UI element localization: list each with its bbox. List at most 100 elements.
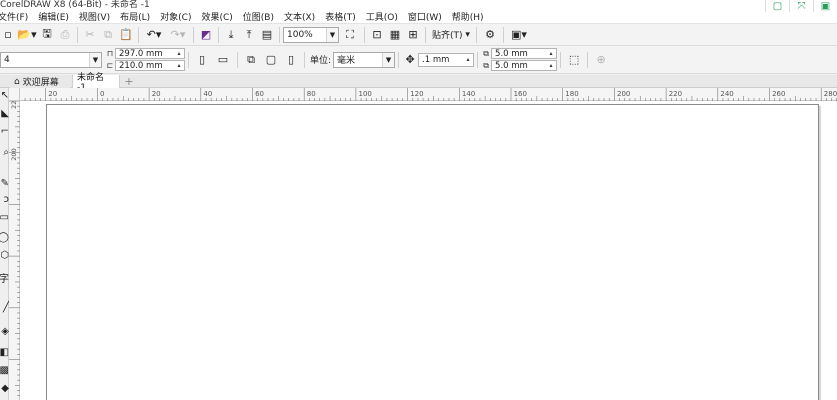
menu-table[interactable]: 表格(T) [325,10,366,23]
menu-layout[interactable]: 布局(L) [120,10,160,23]
open-icon[interactable]: 📂▾ [16,26,38,44]
separator [188,51,189,68]
menu-tools[interactable]: 工具(O) [366,10,408,23]
tab-document[interactable]: 未命名 -1 [72,73,120,93]
zoom-level-select[interactable]: 100% ▼ [283,26,339,43]
polygon-tool-icon[interactable]: ⬡ [0,248,9,262]
tab-welcome-screen[interactable]: ⌂ 欢迎屏幕 [10,75,70,88]
outline-tool-icon[interactable]: ◆ [0,381,9,395]
duplicate-y-input[interactable]: 5.0 mm ▴ [491,60,558,71]
add-tab-icon[interactable]: + [122,75,136,88]
application-launcher-icon[interactable]: ▣▾ [507,26,531,44]
menu-text[interactable]: 文本(X) [284,10,325,23]
cut-icon[interactable]: ✂ [81,26,99,44]
nudge-icon: ✥ [405,53,415,66]
menu-effects[interactable]: 效果(C) [201,10,242,23]
freehand-tool-icon[interactable]: ✎ [0,176,9,190]
undo-icon[interactable]: ↶▾ [142,26,166,44]
page-frame-icon[interactable]: ⬚ [564,51,584,69]
ruler-label: 200 [617,90,630,98]
paste-icon[interactable]: 📋 [117,26,135,44]
zoom-tool-icon[interactable]: ⌕ [0,145,9,159]
fullscreen-icon[interactable]: ⛶ [339,26,361,44]
text-tool-icon[interactable]: 字 [0,270,9,285]
pick-tool-icon[interactable]: ↖ [0,88,9,102]
landscape-icon[interactable]: ▭ [212,51,234,69]
maximize-icon[interactable]: ⤧ [789,0,813,12]
drawing-canvas[interactable] [20,101,837,400]
spinner-icon[interactable]: ▴ [546,61,556,70]
settings-icon[interactable]: ⚙ [480,26,500,44]
menu-help[interactable]: 帮助(H) [452,10,494,23]
add-page-icon[interactable]: ⊕ [591,51,611,69]
ruler-label: 240 [720,90,733,98]
horizontal-ruler[interactable]: 20 0 20 40 60 80 100 120 140 160 180 200 220 240 260 28… [20,88,837,101]
page-preset-select[interactable]: 4 ▼ [0,51,102,68]
show-guidelines-icon[interactable]: ⊞ [404,26,422,44]
new-doc-icon[interactable]: ▫ [0,26,16,44]
toolbox: ↖ ◣ ⌐ ⌕ ✎ ↄ ▭ ◯ ⬡ 字 ╱ ◈ ◧ ▩ ◆ [0,88,9,400]
tab-welcome-label: 欢迎屏幕 [22,78,59,88]
home-icon: ⌂ [14,76,20,87]
separator [587,51,589,68]
spinner-icon[interactable]: ▴ [174,49,184,58]
import-icon[interactable]: ⤓ [222,26,240,44]
shape-tool-icon[interactable]: ◣ [0,106,9,120]
chevron-down-icon: ▼ [382,52,395,67]
rectangle-tool-icon[interactable]: ▭ [0,210,9,224]
duplicate-x-input[interactable]: 5.0 mm ▴ [491,48,558,59]
interactive-fill-icon[interactable]: ◈ [0,324,9,338]
artistic-media-icon[interactable]: ↄ [0,192,10,206]
vertical-ruler[interactable]: 220 200 [9,97,20,400]
units-label: 单位: [310,56,332,66]
duplicate-y-icon: ⧉ [483,60,489,70]
ruler-label: 100 [359,90,372,98]
restore-icon[interactable]: ▣ [813,0,837,12]
ruler-label: 220 [10,101,18,109]
export-icon[interactable]: ⤒ [240,26,258,44]
ruler-label: 220 [669,90,682,98]
menu-window[interactable]: 窗口(W) [408,10,452,23]
print-icon[interactable]: ⎙ [56,26,74,44]
portrait-icon[interactable]: ▯ [192,51,212,69]
crop-tool-icon[interactable]: ⌐ [0,124,9,138]
menu-edit[interactable]: 编辑(E) [38,10,79,23]
spinner-icon[interactable]: ▴ [174,61,184,70]
snap-label: 贴齐(T) [432,31,463,41]
drop-shadow-icon[interactable]: ◧ [0,345,9,359]
menu-view[interactable]: 视图(V) [79,10,120,23]
spinner-icon[interactable]: ▴ [546,49,556,58]
spinner-icon[interactable]: ▴ [463,54,473,66]
save-icon[interactable]: 🖫 [38,26,56,44]
document-page[interactable] [46,104,819,400]
duplicate-distance-fields: ⧉ 5.0 mm ▴ ⧉ 5.0 mm ▴ [481,48,558,71]
fill-tool-icon[interactable]: ▩ [0,363,9,377]
publish-icon[interactable]: ▤ [258,26,276,44]
window-controls: ▢ ⤧ ▣ [765,0,837,14]
page-width-input[interactable]: 297.0 mm ▴ [115,48,185,59]
separator [425,26,426,43]
ruler-label: 140 [462,90,475,98]
show-grid-icon[interactable]: ▦ [386,26,404,44]
duplicate-x-value: 5.0 mm [495,48,528,59]
bleed-icon[interactable]: ▯ [281,51,301,69]
page-size-fields: ⊓ 297.0 mm ▴ ⊏ 210.0 mm ▴ [105,48,185,71]
search-content-icon[interactable]: ◩ [197,26,215,44]
snap-to-button[interactable]: 贴齐(T) ▾ [429,26,473,44]
copy-icon[interactable]: ⧉ [99,26,117,44]
units-select[interactable]: 毫米 ▼ [333,51,396,68]
show-rulers-icon[interactable]: ⊡ [368,26,386,44]
duplicate-y-value: 5.0 mm [495,60,528,71]
all-pages-icon[interactable]: ⧉ [241,51,261,69]
current-page-icon[interactable]: ▢ [261,51,281,69]
ellipse-tool-icon[interactable]: ◯ [0,230,9,244]
parallel-dimension-icon[interactable]: ╱ [0,300,9,314]
ruler-origin[interactable] [9,88,20,101]
menu-object[interactable]: 对象(C) [160,10,201,23]
menu-file[interactable]: 文件(F) [0,10,38,23]
redo-icon[interactable]: ↷▾ [166,26,190,44]
page-height-input[interactable]: 210.0 mm ▴ [115,60,185,71]
minimize-icon[interactable]: ▢ [765,0,789,12]
nudge-distance-input[interactable]: .1 mm ▴ [418,52,475,67]
menu-bitmap[interactable]: 位图(B) [243,10,284,23]
